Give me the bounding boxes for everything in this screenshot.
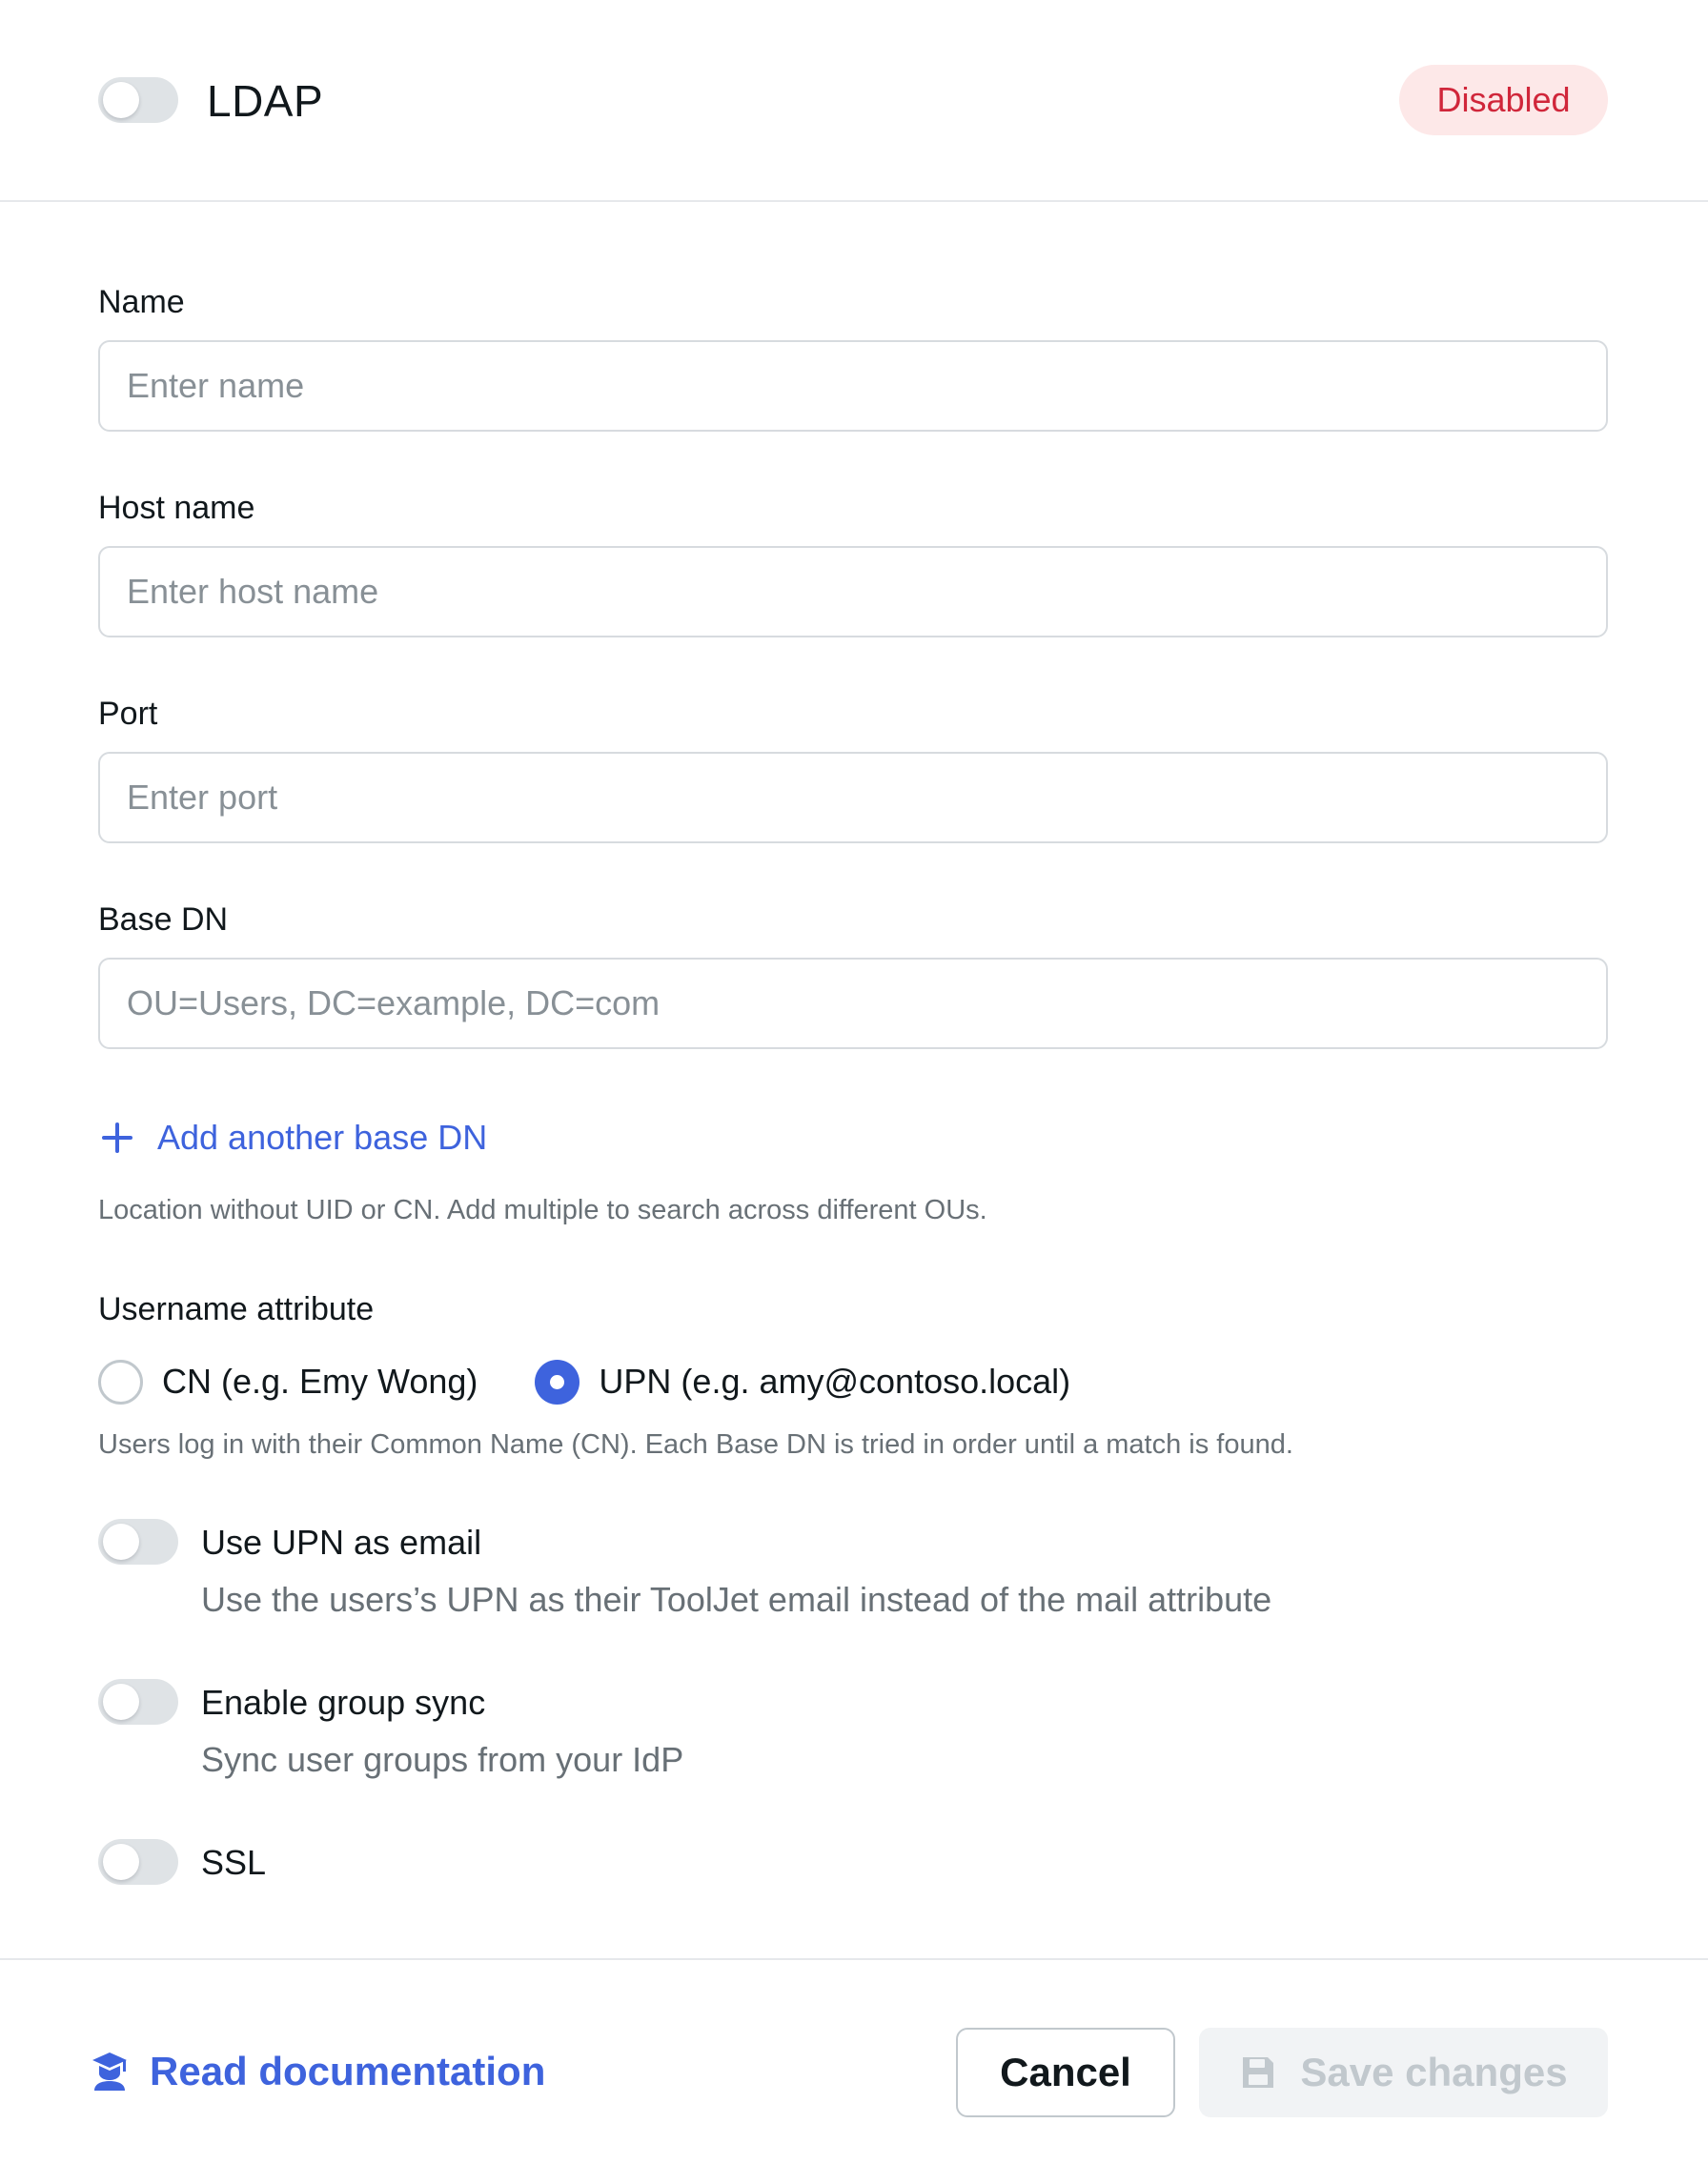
- radio-option-upn[interactable]: UPN (e.g. amy@contoso.local): [535, 1359, 1071, 1405]
- username-attribute-label: Username attribute: [98, 1291, 375, 1327]
- use-upn-email-toggle[interactable]: [98, 1519, 178, 1565]
- username-attribute-radio-group: CN (e.g. Emy Wong) UPN (e.g. amy@contoso…: [98, 1357, 1128, 1406]
- name-label: Name: [98, 284, 185, 320]
- radio-cn[interactable]: [98, 1359, 143, 1405]
- group-sync-description: Sync user groups from your IdP: [201, 1740, 684, 1779]
- host-name-input[interactable]: [98, 546, 1608, 637]
- cancel-button[interactable]: Cancel: [956, 2028, 1175, 2117]
- panel-header: LDAP Disabled: [0, 0, 1708, 202]
- ssl-toggle[interactable]: [98, 1839, 178, 1885]
- use-upn-email-description: Use the users’s UPN as their ToolJet ema…: [201, 1580, 1272, 1619]
- save-changes-button[interactable]: Save changes: [1199, 2028, 1608, 2117]
- add-base-dn-button[interactable]: Add another base DN: [98, 1113, 487, 1163]
- base-dn-input[interactable]: [98, 958, 1608, 1049]
- base-dn-label: Base DN: [98, 901, 229, 938]
- read-documentation-label: Read documentation: [150, 2049, 546, 2093]
- radio-upn[interactable]: [535, 1359, 580, 1405]
- read-documentation-link[interactable]: Read documentation: [91, 2047, 545, 2096]
- radio-option-cn[interactable]: CN (e.g. Emy Wong): [98, 1359, 478, 1405]
- radio-cn-label: CN (e.g. Emy Wong): [162, 1362, 478, 1401]
- status-badge: Disabled: [1399, 65, 1608, 135]
- group-sync-title: Enable group sync: [201, 1683, 486, 1722]
- host-name-label: Host name: [98, 490, 255, 526]
- plus-icon: [98, 1119, 136, 1157]
- toggle-knob: [103, 1684, 139, 1720]
- ldap-enable-toggle[interactable]: [98, 77, 178, 123]
- ldap-settings-panel: LDAP Disabled Name Host name Port Base D…: [0, 0, 1708, 2184]
- username-attribute-helper: Users log in with their Common Name (CN)…: [98, 1429, 1293, 1460]
- port-input[interactable]: [98, 752, 1608, 843]
- cancel-button-label: Cancel: [1000, 2050, 1131, 2094]
- use-upn-email-title: Use UPN as email: [201, 1523, 482, 1562]
- radio-upn-label: UPN (e.g. amy@contoso.local): [599, 1362, 1071, 1401]
- save-changes-label: Save changes: [1300, 2050, 1568, 2094]
- base-dn-helper: Location without UID or CN. Add multiple…: [98, 1195, 987, 1225]
- port-label: Port: [98, 696, 158, 732]
- graduation-cap-icon: [92, 2053, 127, 2091]
- toggle-knob: [103, 82, 139, 118]
- add-base-dn-label: Add another base DN: [157, 1118, 488, 1157]
- name-input[interactable]: [98, 340, 1608, 432]
- panel-title: LDAP: [207, 76, 324, 126]
- save-floppy-icon: [1243, 2057, 1274, 2088]
- group-sync-toggle[interactable]: [98, 1679, 178, 1725]
- ssl-title: SSL: [201, 1843, 267, 1882]
- toggle-knob: [103, 1524, 139, 1560]
- toggle-knob: [103, 1844, 139, 1880]
